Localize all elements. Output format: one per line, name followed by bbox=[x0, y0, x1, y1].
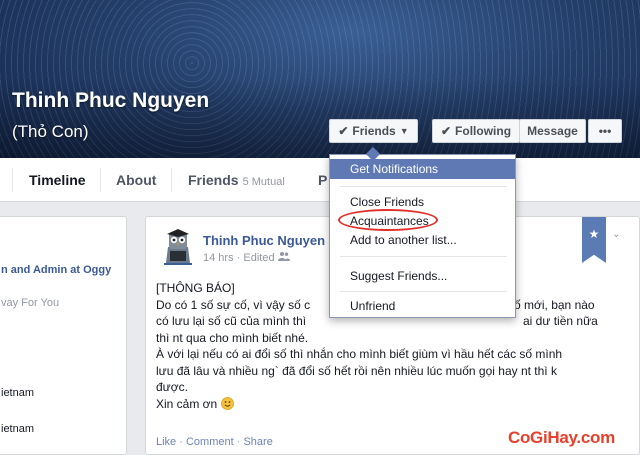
post-meta: 14 hrs · Edited bbox=[203, 251, 290, 264]
annotation-circle bbox=[338, 209, 438, 231]
post-body-text: Do có 1 số sự cố, vì vậy số c bbox=[156, 297, 311, 312]
post-body-line: được. bbox=[156, 380, 188, 394]
owl-avatar-icon bbox=[158, 227, 198, 267]
profile-nav: Timeline About Friends 5 Mutual P bbox=[0, 158, 640, 202]
star-ribbon-icon[interactable]: ★ bbox=[582, 217, 606, 263]
tab-photos[interactable]: P bbox=[318, 158, 327, 202]
post-meta-separator: · bbox=[236, 252, 241, 264]
post-edited[interactable]: Edited bbox=[243, 252, 274, 264]
post-author[interactable]: Thinh Phuc Nguyen bbox=[203, 233, 325, 248]
nav-divider bbox=[100, 168, 101, 192]
work-info: n and Admin at Oggy bbox=[1, 264, 111, 276]
action-separator: · bbox=[179, 436, 183, 448]
post-body-line: Xin cảm ơn bbox=[156, 396, 634, 413]
friends-dropdown-menu: Get Notifications Close Friends Acquaint… bbox=[329, 146, 516, 318]
post-body-text: Xin cảm ơn bbox=[156, 396, 218, 411]
action-separator: · bbox=[236, 436, 241, 448]
share-link[interactable]: Share bbox=[243, 436, 272, 448]
comment-link[interactable]: Comment bbox=[186, 436, 234, 448]
post-time[interactable]: 14 hrs bbox=[203, 252, 234, 264]
tab-friends[interactable]: Friends 5 Mutual bbox=[188, 158, 285, 202]
more-icon: ••• bbox=[598, 124, 612, 138]
more-options-button[interactable]: ••• bbox=[588, 119, 622, 143]
menu-item-unfriend[interactable]: Unfriend bbox=[330, 296, 515, 316]
cover-photo: Thinh Phuc Nguyen (Thỏ Con) ✔ Friends ▼ … bbox=[0, 0, 640, 158]
following-button[interactable]: ✔ Following bbox=[432, 119, 520, 143]
check-icon: ✔ bbox=[338, 124, 349, 138]
site-watermark: CoGiHay.com bbox=[508, 428, 615, 447]
nav-divider bbox=[171, 168, 172, 192]
post-body-text: có lưu lại số cũ của mình thì bbox=[156, 314, 307, 328]
friends-button-label: Friends bbox=[352, 124, 396, 138]
avatar[interactable] bbox=[158, 227, 198, 267]
caret-down-icon: ▼ bbox=[399, 126, 409, 136]
message-button[interactable]: Message bbox=[519, 119, 586, 143]
smiley-icon bbox=[220, 396, 234, 411]
menu-divider bbox=[340, 291, 507, 292]
nav-divider bbox=[12, 168, 13, 192]
menu-divider bbox=[340, 186, 507, 187]
profile-name[interactable]: Thinh Phuc Nguyen bbox=[12, 89, 209, 113]
tab-about[interactable]: About bbox=[116, 158, 156, 202]
following-button-label: Following bbox=[455, 124, 512, 138]
post-body-line: thì nt qua cho mình biết nhé. bbox=[156, 330, 309, 345]
menu-item-get-notifications[interactable]: Get Notifications bbox=[330, 159, 515, 179]
work-info-text[interactable]: n and Admin at Oggy bbox=[1, 264, 111, 276]
like-link[interactable]: Like bbox=[156, 436, 176, 448]
work-info-sub: vay For You bbox=[1, 297, 60, 309]
menu-divider bbox=[340, 256, 507, 257]
check-icon: ✔ bbox=[440, 124, 452, 138]
chevron-down-icon[interactable]: ⌄ bbox=[612, 229, 620, 240]
tab-timeline[interactable]: Timeline bbox=[29, 158, 86, 202]
friends-audience-icon[interactable] bbox=[277, 252, 290, 264]
left-intro-column: n and Admin at Oggy vay For You ietnam i… bbox=[0, 216, 127, 455]
menu-item-add-to-list[interactable]: Add to another list... bbox=[330, 230, 515, 250]
post-body-text-tail: ai dư tiền nữa bbox=[523, 314, 598, 328]
post-body-line: lưu đã lâu và nhiều ng` đã đổi số hết rồ… bbox=[156, 363, 557, 378]
friends-button[interactable]: ✔ Friends ▼ bbox=[329, 119, 418, 143]
post-body-line: À với lại nếu có ai đổi số thì nhắn cho … bbox=[156, 347, 563, 361]
post-body-text-tail: số mới, bạn nào bbox=[508, 297, 595, 312]
message-button-label: Message bbox=[527, 124, 578, 138]
mutual-friends-count: 5 Mutual bbox=[242, 176, 285, 188]
hometown-info: ietnam bbox=[1, 423, 35, 435]
location-info: ietnam bbox=[1, 387, 35, 399]
menu-item-close-friends[interactable]: Close Friends bbox=[330, 192, 515, 212]
post-actions: Like · Comment · Share bbox=[156, 436, 273, 448]
profile-alternate-name: (Thỏ Con) bbox=[12, 122, 89, 141]
tab-friends-label: Friends bbox=[188, 172, 239, 188]
menu-item-suggest-friends[interactable]: Suggest Friends... bbox=[330, 266, 515, 286]
